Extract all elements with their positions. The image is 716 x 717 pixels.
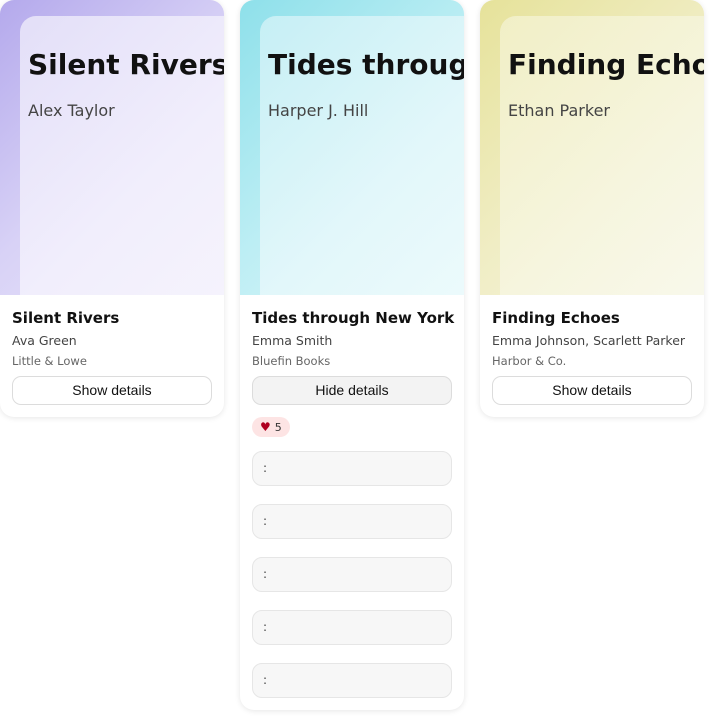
book-author: Ava Green	[12, 333, 77, 348]
book-title: Finding Echoes	[492, 309, 620, 327]
book-cover: Tides through New York Harper J. Hill	[240, 0, 464, 295]
card-body: Tides through New York Emma Smith Bluefi…	[240, 295, 464, 710]
book-publisher: Bluefin Books	[252, 354, 331, 368]
show-details-button[interactable]: Show details	[492, 376, 692, 405]
detail-row: :	[252, 663, 452, 698]
cover-author: Ethan Parker	[508, 101, 610, 120]
detail-row: :	[252, 504, 452, 539]
book-title: Silent Rivers	[12, 309, 120, 327]
card-body: Finding Echoes Emma Johnson, Scarlett Pa…	[480, 295, 704, 417]
like-badge[interactable]: ♥ 5	[252, 417, 290, 437]
card-body: Silent Rivers Ava Green Little & Lowe Sh…	[0, 295, 224, 417]
cover-title: Silent Rivers	[28, 48, 224, 81]
detail-row: :	[252, 557, 452, 592]
book-card: Tides through New York Harper J. Hill Ti…	[240, 0, 464, 710]
show-details-button[interactable]: Show details	[12, 376, 212, 405]
details-list: : : : : :	[252, 451, 452, 698]
like-count: 5	[274, 420, 282, 434]
book-author: Emma Johnson, Scarlett Parker	[492, 333, 686, 348]
book-publisher: Little & Lowe	[12, 354, 87, 368]
detail-row: :	[252, 610, 452, 645]
book-author: Emma Smith	[252, 333, 333, 348]
heart-icon: ♥	[260, 420, 271, 434]
hide-details-button[interactable]: Hide details	[252, 376, 452, 405]
book-card: Finding Echoes Ethan Parker Finding Echo…	[480, 0, 704, 417]
detail-row: :	[252, 451, 452, 486]
cover-author: Alex Taylor	[28, 101, 115, 120]
book-title: Tides through New York	[252, 309, 455, 327]
cover-title: Finding Echoes	[508, 48, 704, 81]
cover-title: Tides through New York	[268, 48, 464, 81]
book-card: Silent Rivers Alex Taylor Silent Rivers …	[0, 0, 224, 417]
book-cover: Finding Echoes Ethan Parker	[480, 0, 704, 295]
cover-author: Harper J. Hill	[268, 101, 369, 120]
book-cover: Silent Rivers Alex Taylor	[0, 0, 224, 295]
book-publisher: Harbor & Co.	[492, 354, 567, 368]
